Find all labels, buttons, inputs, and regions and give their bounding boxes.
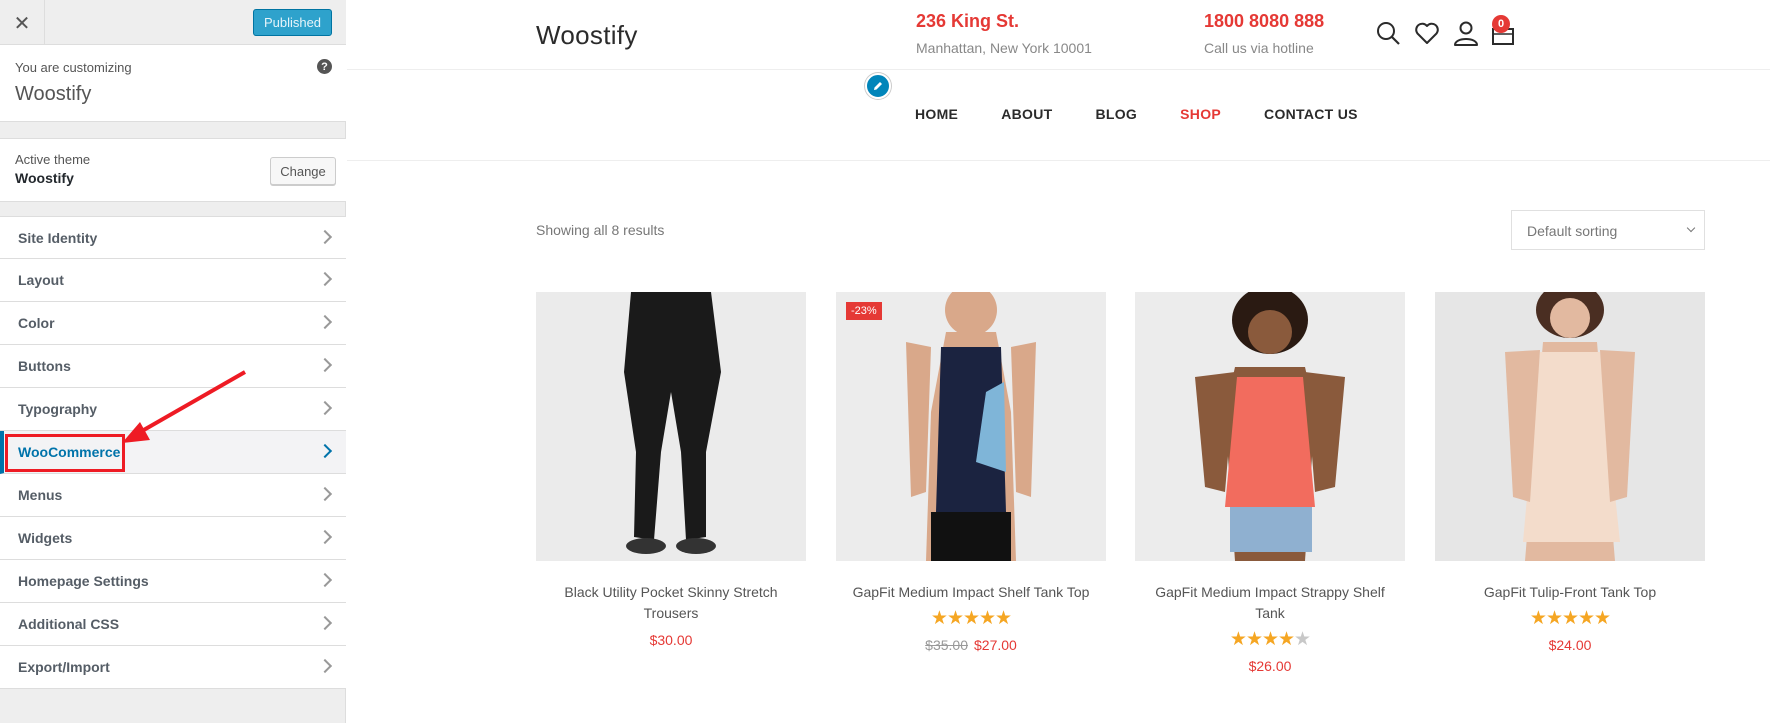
site-header: Woostify 236 King St. Manhattan, New Yor… — [347, 0, 1770, 70]
annotation-highlight-box — [5, 434, 125, 472]
product-image[interactable] — [1435, 292, 1705, 561]
product-title[interactable]: Black Utility Pocket Skinny Stretch Trou… — [536, 582, 806, 624]
product-price: $30.00 — [536, 632, 806, 648]
menu-item-layout[interactable]: Layout — [0, 259, 346, 302]
product-card[interactable]: -23% GapFit Medium Impact Shelf Tank Top… — [836, 292, 1106, 653]
menu-item-label: Layout — [18, 272, 64, 288]
star-rating: ★★★★★ — [930, 607, 1012, 629]
published-button[interactable]: Published — [253, 9, 332, 36]
phone-block: 1800 8080 888 Call us via hotline — [1204, 11, 1324, 56]
site-preview: Woostify 236 King St. Manhattan, New Yor… — [347, 0, 1770, 723]
menu-item-menus[interactable]: Menus — [0, 474, 346, 517]
main-navigation: HOME ABOUT BLOG SHOP CONTACT US — [915, 106, 1401, 122]
menu-item-label: Buttons — [18, 358, 71, 374]
menu-item-label: Homepage Settings — [18, 573, 149, 589]
heart-icon[interactable] — [1414, 20, 1440, 46]
product-card[interactable]: Black Utility Pocket Skinny Stretch Trou… — [536, 292, 806, 648]
menu-item-export-import[interactable]: Export/Import — [0, 646, 346, 689]
phone-subtitle: Call us via hotline — [1204, 40, 1314, 56]
product-title[interactable]: GapFit Medium Impact Shelf Tank Top — [836, 582, 1106, 603]
chevron-down-icon — [1686, 223, 1696, 233]
chevron-right-icon — [317, 357, 333, 373]
chevron-right-icon — [317, 229, 333, 245]
product-card[interactable]: GapFit Tulip-Front Tank Top ★★★★★ $24.00 — [1435, 292, 1705, 653]
nav-shop[interactable]: SHOP — [1180, 106, 1221, 122]
current-price: $24.00 — [1548, 637, 1592, 653]
product-image[interactable] — [1135, 292, 1405, 561]
nav-about[interactable]: ABOUT — [1001, 106, 1052, 122]
menu-item-homepage-settings[interactable]: Homepage Settings — [0, 560, 346, 603]
menu-item-label: Export/Import — [18, 659, 110, 675]
address-block: 236 King St. Manhattan, New York 10001 — [916, 11, 1092, 56]
nav-home[interactable]: HOME — [915, 106, 958, 122]
product-price: $35.00 $27.00 — [836, 637, 1106, 653]
edit-pencil-icon[interactable] — [865, 73, 891, 99]
chevron-right-icon — [317, 572, 333, 588]
user-icon[interactable] — [1453, 20, 1479, 46]
menu-item-label: Widgets — [18, 530, 73, 546]
star-rating: ★★★★★ — [1229, 628, 1311, 650]
chevron-right-icon — [317, 271, 333, 287]
chevron-right-icon — [317, 400, 333, 416]
original-price: $35.00 — [925, 637, 968, 653]
cart-count-badge: 0 — [1492, 15, 1510, 33]
menu-item-label: Site Identity — [18, 230, 98, 246]
menu-item-site-identity[interactable]: Site Identity — [0, 216, 346, 259]
product-image[interactable]: -23% — [836, 292, 1106, 561]
active-theme-name: Woostify — [15, 170, 74, 186]
current-price: $30.00 — [649, 632, 693, 648]
sorting-select[interactable]: Default sorting — [1511, 210, 1705, 250]
chevron-right-icon — [317, 443, 333, 459]
sorting-value: Default sorting — [1527, 223, 1618, 239]
menu-item-additional-css[interactable]: Additional CSS — [0, 603, 346, 646]
customizing-site-name: Woostify — [15, 83, 92, 105]
site-logo[interactable]: Woostify — [536, 20, 638, 51]
sale-badge: -23% — [846, 302, 882, 320]
customizing-info: You are customizing Woostify ? — [0, 45, 346, 122]
phone-title: 1800 8080 888 — [1204, 11, 1325, 31]
product-card[interactable]: GapFit Medium Impact Strappy Shelf Tank … — [1135, 292, 1405, 674]
chevron-right-icon — [317, 658, 333, 674]
customizing-label: You are customizing — [15, 60, 132, 75]
product-image[interactable] — [536, 292, 806, 561]
nav-contact-us[interactable]: CONTACT US — [1264, 106, 1358, 122]
product-price: $24.00 — [1435, 637, 1705, 653]
change-theme-button[interactable]: Change — [270, 157, 336, 185]
chevron-right-icon — [317, 314, 333, 330]
star-rating: ★★★★★ — [1529, 607, 1611, 629]
header-divider — [347, 160, 1770, 161]
current-price: $27.00 — [974, 637, 1017, 653]
menu-item-label: Additional CSS — [18, 616, 120, 632]
address-title: 236 King St. — [916, 11, 1020, 31]
product-price: $26.00 — [1135, 658, 1405, 674]
active-theme-panel: Active theme Woostify Change — [0, 138, 346, 202]
help-icon[interactable]: ? — [317, 59, 332, 74]
result-count: Showing all 8 results — [536, 222, 665, 238]
product-title[interactable]: GapFit Tulip-Front Tank Top — [1435, 582, 1705, 603]
menu-item-color[interactable]: Color — [0, 302, 346, 345]
menu-item-label: Menus — [18, 487, 63, 503]
chevron-right-icon — [317, 486, 333, 502]
product-title[interactable]: GapFit Medium Impact Strappy Shelf Tank — [1135, 582, 1405, 624]
customizer-header: ✕ Published — [0, 0, 346, 45]
customizer-sidebar: ✕ Published You are customizing Woostify… — [0, 0, 346, 723]
current-price: $26.00 — [1248, 658, 1292, 674]
close-icon[interactable]: ✕ — [0, 0, 45, 45]
active-theme-label: Active theme — [15, 152, 91, 167]
menu-item-label: Color — [18, 315, 55, 331]
menu-item-label: Typography — [18, 401, 98, 417]
annotation-arrow-icon — [122, 370, 246, 443]
search-icon[interactable] — [1375, 20, 1401, 46]
address-subtitle: Manhattan, New York 10001 — [916, 40, 1092, 56]
chevron-right-icon — [317, 529, 333, 545]
nav-blog[interactable]: BLOG — [1095, 106, 1137, 122]
chevron-right-icon — [317, 615, 333, 631]
menu-item-widgets[interactable]: Widgets — [0, 517, 346, 560]
